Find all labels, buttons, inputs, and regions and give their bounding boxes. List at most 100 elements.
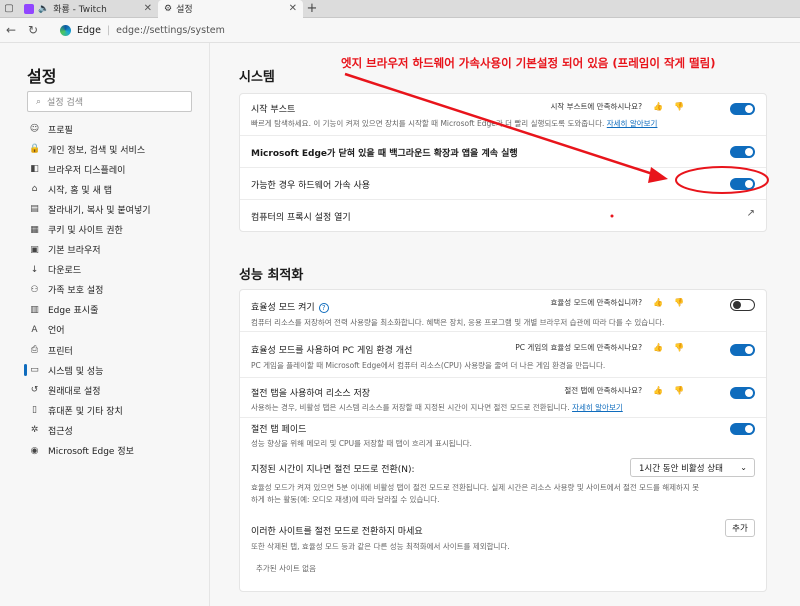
sidebar-item-label: 기본 브라우저	[48, 246, 101, 257]
tab-twitch[interactable]: 🔈 화룡 - Twitch ✕	[18, 0, 158, 18]
url-field[interactable]: Edge | edge://settings/system	[60, 24, 225, 36]
edge-icon: ◉	[30, 445, 39, 456]
sidebar-item-appearance[interactable]: ◧ 브라우저 디스플레이	[29, 159, 209, 179]
search-input[interactable]: ⌕ 설정 검색	[27, 91, 192, 112]
timeout-desc-2: 하게 하는 활동(예: 오디오 재생)에 따라 달라질 수 있습니다.	[251, 495, 440, 504]
sidebar-item-label: 가족 보호 설정	[48, 286, 104, 297]
hardware-accel-row: 가능한 경우 하드웨어 가속 사용	[240, 168, 766, 200]
sidebar-item-edge-bar[interactable]: ▥ Edge 표시줄	[29, 300, 209, 320]
thumbs-down-icon[interactable]: 👎	[674, 102, 684, 111]
performance-section-title: 성능 최적화	[239, 268, 304, 283]
efficiency-toggle[interactable]	[730, 299, 755, 311]
thumbs-up-icon[interactable]: 👍	[653, 102, 663, 111]
refresh-button[interactable]: ↻	[22, 23, 44, 37]
sidebar-item-default-browser[interactable]: ▣ 기본 브라우저	[29, 240, 209, 260]
startup-boost-toggle[interactable]	[730, 103, 755, 115]
sidebar-item-family[interactable]: ⚇ 가족 보호 설정	[29, 280, 209, 300]
thumbs-down-icon[interactable]: 👎	[674, 298, 684, 307]
close-tab-icon[interactable]: ✕	[289, 3, 297, 14]
sidebar-item-downloads[interactable]: ↓ 다운로드	[29, 260, 209, 280]
sidebar-item-privacy[interactable]: 🔒 개인 정보, 검색 및 서비스	[29, 139, 209, 159]
new-tab-button[interactable]: +	[303, 1, 321, 16]
phone-icon: ▯	[32, 405, 37, 416]
sidebar-item-phone[interactable]: ▯ 휴대폰 및 기타 장치	[29, 400, 209, 420]
sidebar-item-label: 휴대폰 및 기타 장치	[48, 406, 123, 417]
thumbs-up-icon[interactable]: 👍	[653, 298, 663, 307]
tab-actions-icon[interactable]: ▢	[0, 0, 18, 18]
gear-icon: ⚙	[164, 3, 173, 14]
browser-icon: ▣	[30, 244, 39, 255]
sidebar-item-label: 잘라내기, 복사 및 붙여넣기	[48, 205, 151, 216]
sidebar-item-start[interactable]: ⌂ 시작, 홈 및 새 탭	[29, 179, 209, 199]
never-sleep-title: 이러한 사이트를 절전 모드로 전환하지 마세요	[251, 527, 423, 537]
sleeping-tabs-desc-text: 사용하는 경우, 비활성 탭은 시스템 리소스를 저장할 때 지정된 시간이 지…	[251, 403, 570, 412]
sidebar-list: ☺ 프로필 🔒 개인 정보, 검색 및 서비스 ◧ 브라우저 디스플레이 ⌂ 시작, 홈…	[24, 119, 209, 461]
gaming-desc: PC 게임을 플레이할 때 Microsoft Edge에서 컴퓨터 리소스(C…	[251, 361, 606, 370]
edge-icon	[60, 24, 71, 36]
site-name: Edge	[77, 24, 101, 36]
proxy-row[interactable]: 컴퓨터의 프록시 설정 열기 ↗	[240, 200, 766, 231]
sleeping-tabs-title: 절전 탭을 사용하여 리소스 저장	[251, 389, 371, 399]
sidebar-item-reset[interactable]: ↺ 원래대로 설정	[29, 380, 209, 400]
background-toggle[interactable]	[730, 146, 755, 158]
sidebar-item-profile[interactable]: ☺ 프로필	[29, 119, 209, 139]
gaming-title: 효율성 모드를 사용하여 PC 게임 환경 개선	[251, 346, 413, 356]
timeout-select[interactable]: 1시간 동안 비활성 상태 ⌄	[630, 458, 755, 477]
language-icon: A	[31, 324, 38, 335]
startup-boost-desc: 빠르게 탐색하세요. 이 기능이 켜져 있으면 장치를 시작할 때 Micros…	[251, 118, 657, 129]
url-text[interactable]: edge://settings/system	[116, 25, 225, 36]
settings-sidebar: 설정 ⌕ 설정 검색 ☺ 프로필 🔒 개인 정보, 검색 및 서비스 ◧ 브라우저 디…	[0, 43, 210, 606]
sidebar-item-system[interactable]: ▭ 시스템 및 성능	[24, 360, 209, 380]
family-icon: ⚇	[30, 284, 39, 295]
sidebar-item-accessibility[interactable]: ✲ 접근성	[29, 420, 209, 440]
startup-boost-desc-text: 빠르게 탐색하세요. 이 기능이 켜져 있으면 장치를 시작할 때 Micros…	[251, 119, 605, 128]
never-sleep-desc: 또한 삭제된 탭, 효율성 모드 등과 같은 다른 성능 최적화에서 사이트를 …	[251, 542, 510, 551]
search-icon: ⌕	[36, 96, 42, 107]
thumbs-up-icon[interactable]: 👍	[653, 386, 663, 395]
chevron-down-icon: ⌄	[740, 463, 747, 472]
url-separator: |	[106, 24, 111, 36]
sidebar-item-label: 브라우저 디스플레이	[48, 165, 126, 176]
thumbs-down-icon[interactable]: 👎	[674, 386, 684, 395]
learn-more-link[interactable]: 자세히 알아보기	[607, 119, 658, 128]
sleeping-tabs-toggle[interactable]	[730, 387, 755, 399]
sidebar-item-label: 원래대로 설정	[48, 386, 101, 397]
feedback-text: 시작 부스트에 만족하시나요?	[550, 102, 643, 111]
efficiency-row: 효율성 모드 켜기? 컴퓨터 리소스를 저장하여 전력 사용량을 최소화합니다.…	[240, 290, 766, 332]
timeout-title: 지정된 시간이 지나면 절전 모드로 전환(N):	[251, 465, 415, 475]
tab-title: 설정	[176, 5, 193, 15]
sidebar-item-label: 쿠키 및 사이트 권한	[48, 226, 123, 237]
reset-icon: ↺	[30, 385, 39, 396]
sidebar-item-printers[interactable]: ⎙ 프린터	[29, 340, 209, 360]
sidebar-item-about[interactable]: ◉ Microsoft Edge 정보	[29, 441, 209, 461]
add-site-button[interactable]: 추가	[725, 519, 755, 537]
back-button[interactable]: ←	[0, 23, 22, 37]
fade-toggle[interactable]	[730, 423, 755, 435]
close-tab-icon[interactable]: ✕	[144, 3, 152, 14]
background-title: Microsoft Edge가 닫혀 있을 때 백그라운드 확장과 앱을 계속 …	[251, 149, 518, 159]
sidebar-item-clipboard[interactable]: ▤ 잘라내기, 복사 및 붙여넣기	[29, 199, 209, 219]
home-icon: ⌂	[31, 184, 38, 195]
sleeping-tabs-desc: 사용하는 경우, 비활성 탭은 시스템 리소스를 저장할 때 지정된 시간이 지…	[251, 402, 623, 413]
thumbs-up-icon[interactable]: 👍	[653, 343, 663, 352]
printer-icon: ⎙	[30, 345, 39, 356]
tab-settings[interactable]: ⚙ 설정 ✕	[158, 0, 303, 18]
feedback-prompt: 시작 부스트에 만족하시나요? 👍 👎	[551, 101, 685, 112]
thumbs-down-icon[interactable]: 👎	[674, 343, 684, 352]
proxy-title: 컴퓨터의 프록시 설정 열기	[251, 213, 351, 223]
speaker-icon[interactable]: 🔈	[38, 4, 49, 14]
timeout-value: 1시간 동안 비활성 상태	[639, 463, 723, 474]
display-icon: ◧	[30, 164, 39, 175]
clipboard-icon: ▤	[30, 204, 39, 215]
sidebar-item-label: 개인 정보, 검색 및 서비스	[48, 145, 146, 156]
help-icon[interactable]: ?	[318, 303, 329, 313]
external-link-icon[interactable]: ↗	[747, 208, 755, 219]
learn-more-link[interactable]: 자세히 알아보기	[572, 403, 623, 412]
hardware-accel-toggle[interactable]	[730, 178, 755, 190]
sidebar-item-cookies[interactable]: ▦ 쿠키 및 사이트 권한	[29, 219, 209, 239]
gaming-toggle[interactable]	[730, 344, 755, 356]
system-icon: ▭	[30, 365, 39, 376]
sidebar-item-label: 접근성	[48, 426, 73, 437]
sidebar-item-language[interactable]: A 언어	[29, 320, 209, 340]
feedback-text: 효율성 모드에 만족하십니까?	[550, 298, 643, 307]
